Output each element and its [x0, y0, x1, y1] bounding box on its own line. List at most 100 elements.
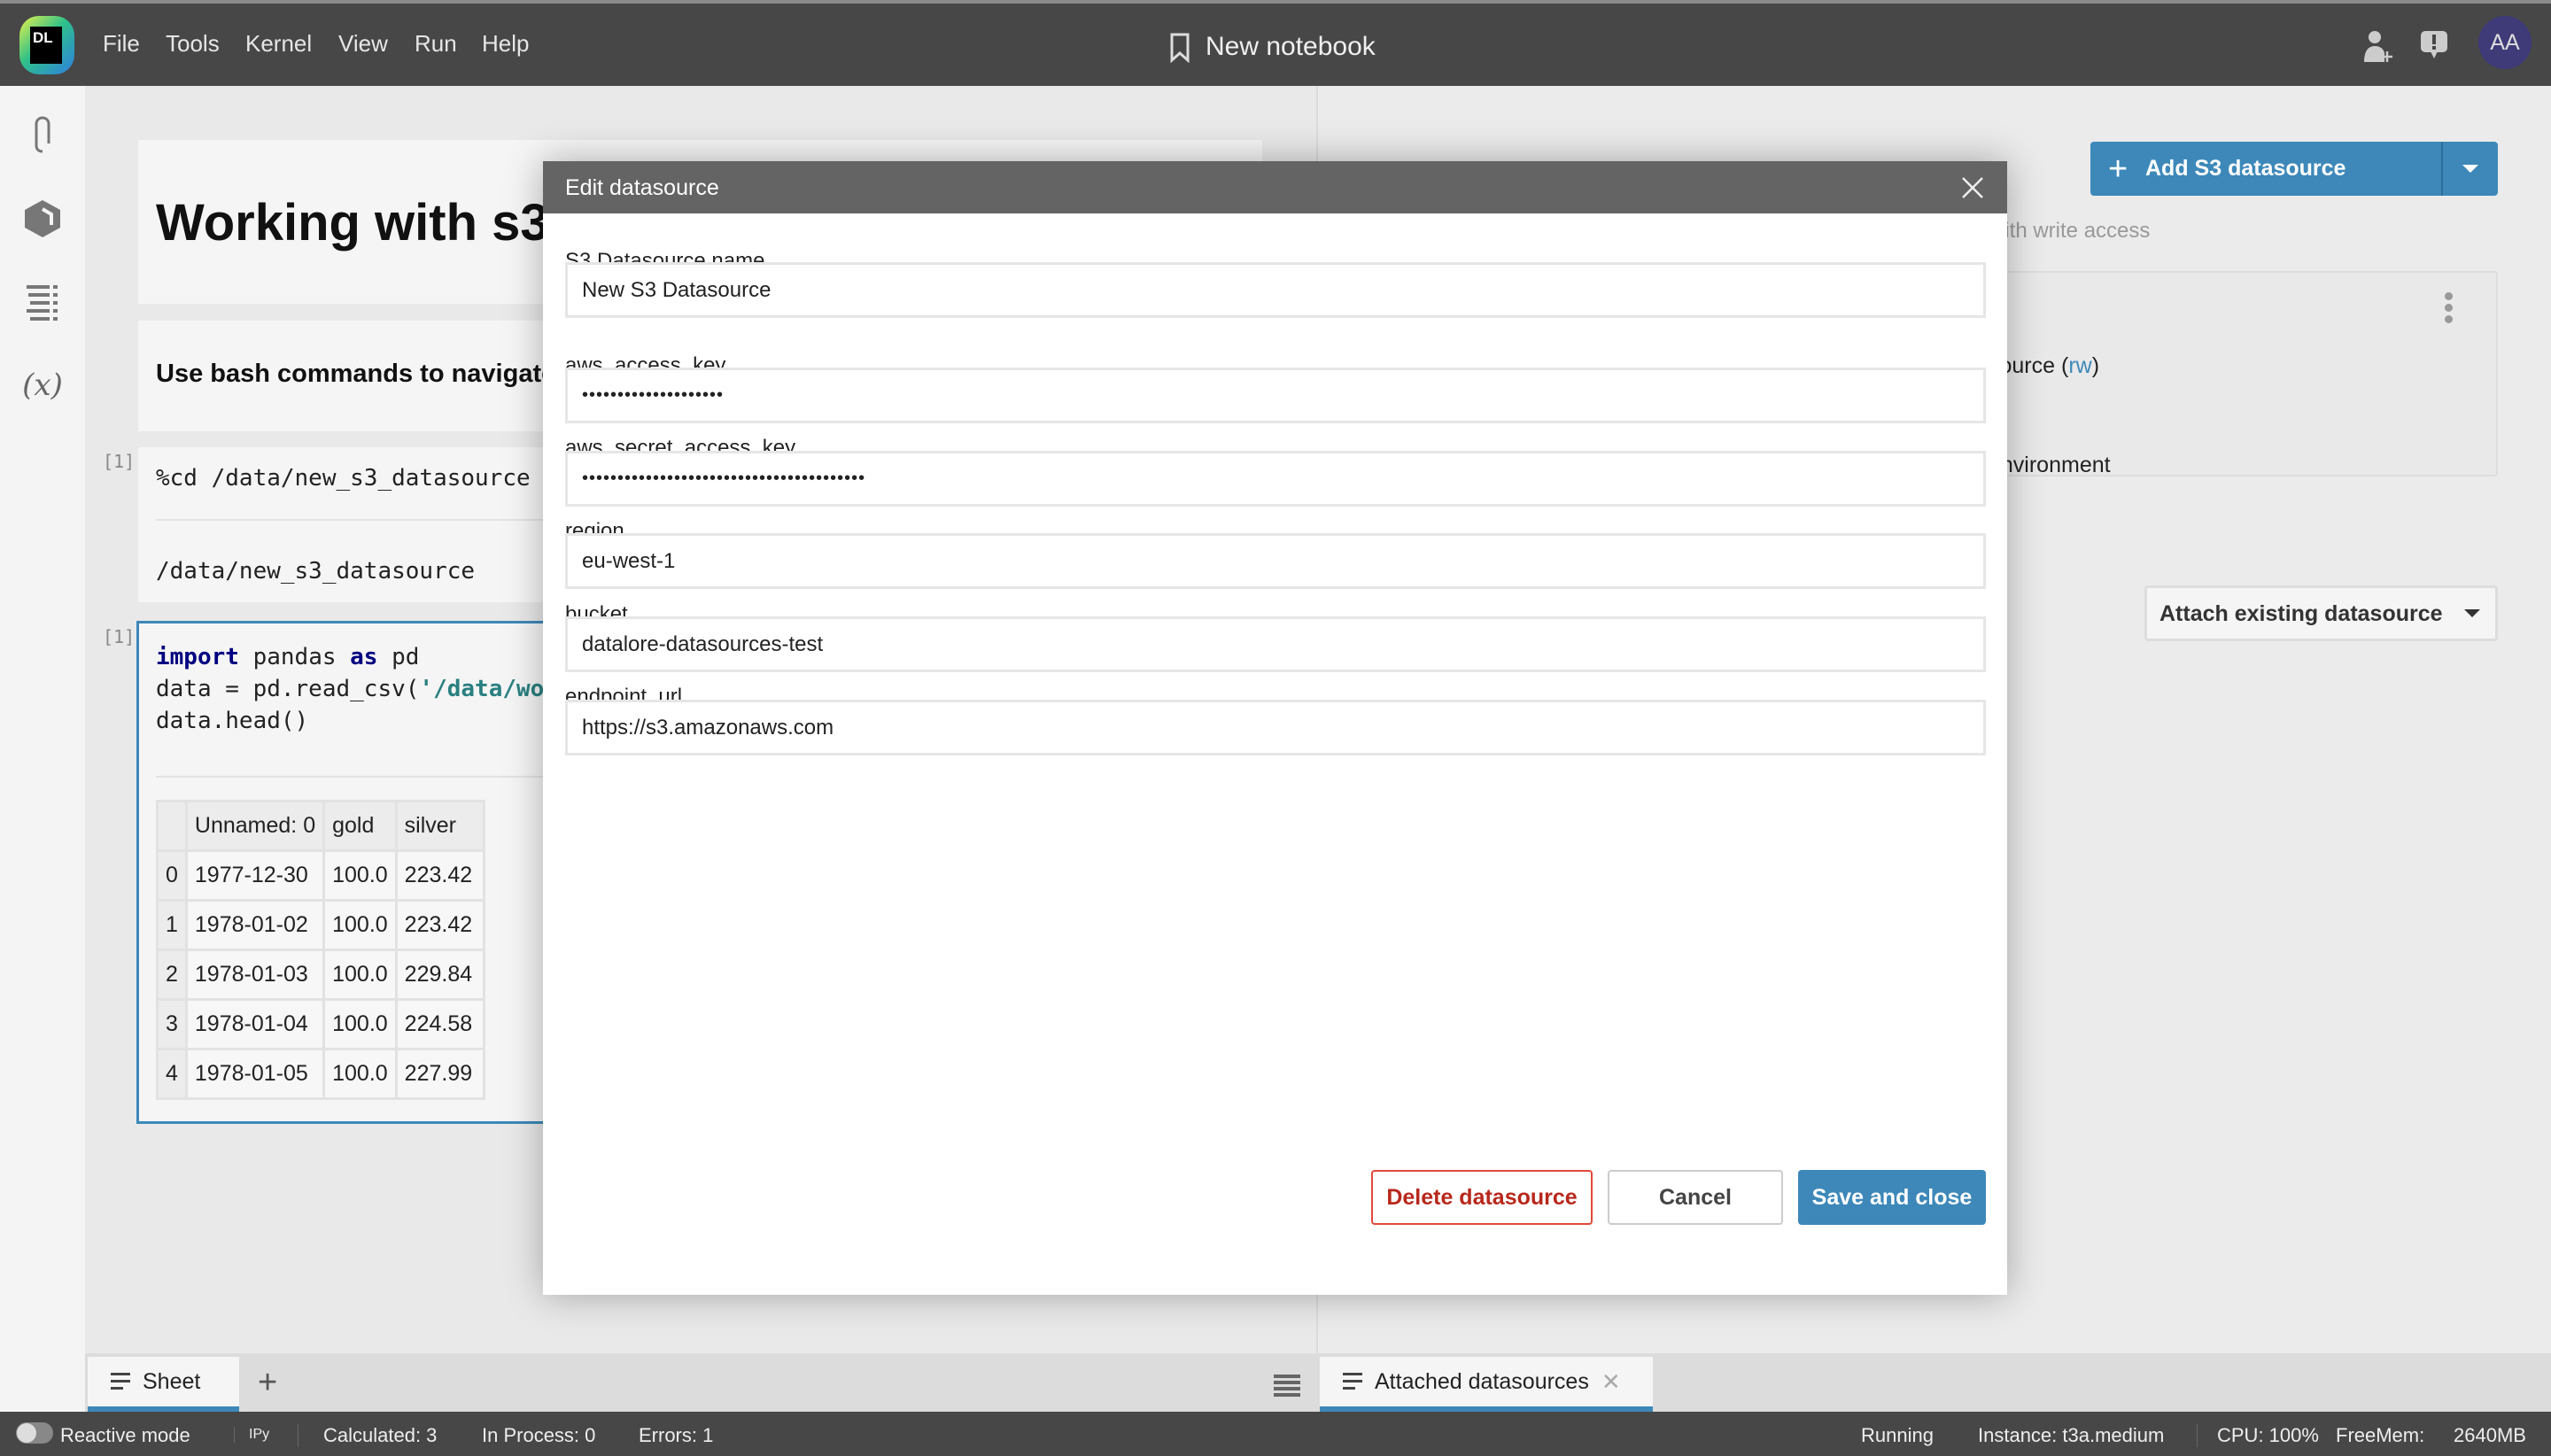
menu-file[interactable]: File: [103, 30, 140, 58]
more-options-icon[interactable]: [2445, 292, 2454, 323]
table-cell: 224.58: [394, 998, 486, 1050]
add-user-icon[interactable]: [2363, 30, 2393, 64]
access-hint: with write access: [1989, 219, 2151, 243]
table-cell: 1978-01-03: [184, 949, 326, 1001]
chevron-down-icon: [2462, 164, 2478, 173]
freemem-label: FreeMem:: [2336, 1424, 2425, 1446]
tab-label: Attached datasources: [1375, 1368, 1589, 1394]
region-input[interactable]: eu-west-1: [565, 533, 1986, 589]
close-tab-icon[interactable]: ✕: [1601, 1368, 1621, 1396]
sheet-icon: [1343, 1373, 1362, 1390]
bottom-tab-bar: Sheet + Attached datasources ✕: [85, 1353, 2551, 1412]
table-cell: 227.99: [394, 1048, 486, 1100]
menu-tools[interactable]: Tools: [166, 30, 220, 58]
kernel-indicator: IPy: [234, 1427, 269, 1443]
table-cell: 100.0: [322, 998, 398, 1050]
attachment-icon[interactable]: [19, 112, 66, 159]
menu-help[interactable]: Help: [482, 30, 529, 58]
table-row: 1 1978-01-02 100.0 223.42: [156, 899, 486, 951]
table-cell: 100.0: [322, 949, 398, 1001]
column-header: gold: [322, 800, 398, 852]
column-header: Unnamed: 0: [184, 800, 326, 852]
attach-label: Attach existing datasource: [2159, 601, 2443, 626]
logo-text: DL: [30, 27, 62, 64]
cell-prompt: [1]: [103, 626, 136, 647]
table-cell: 100.0: [322, 1048, 398, 1100]
table-cell: 100.0: [322, 849, 398, 902]
endpoint-url-input[interactable]: https://s3.amazonaws.com: [565, 700, 1986, 755]
delete-datasource-button[interactable]: Delete datasource: [1371, 1170, 1593, 1225]
app-header: DL File Tools Kernel View Run Help New n…: [0, 0, 2551, 86]
feedback-icon[interactable]: [2420, 30, 2448, 60]
table-cell: 223.42: [394, 899, 486, 951]
bookmark-icon[interactable]: [1169, 33, 1190, 63]
add-s3-datasource-button[interactable]: + Add S3 datasource: [2090, 142, 2498, 196]
reactive-mode-toggle[interactable]: [16, 1422, 53, 1444]
s3-datasource-name-input[interactable]: New S3 Datasource: [565, 262, 1986, 318]
add-button-label: Add S3 datasource: [2145, 156, 2346, 181]
kernel-status: Running: [1861, 1424, 1934, 1446]
tab-label: Sheet: [143, 1368, 201, 1394]
notebook-title[interactable]: New notebook: [1206, 32, 1376, 62]
tab-attached-datasources[interactable]: Attached datasources ✕: [1320, 1357, 1653, 1412]
attach-existing-datasource-dropdown[interactable]: Attach existing datasource: [2144, 585, 2498, 641]
aws-secret-access-key-input[interactable]: ••••••••••••••••••••••••••••••••••••••••: [565, 451, 1986, 507]
reactive-mode-label: Reactive mode: [60, 1424, 190, 1446]
table-cell: 223.42: [394, 849, 486, 902]
freemem-value: 2640MB: [2454, 1424, 2526, 1446]
list-icon[interactable]: [1274, 1375, 1300, 1398]
notebook-heading: Working with s3: [156, 194, 549, 252]
cpu-usage: CPU: 100%: [2197, 1424, 2319, 1447]
aws-access-key-input[interactable]: ••••••••••••••••••••: [565, 368, 1986, 423]
column-header: [156, 800, 188, 852]
table-cell: 1978-01-05: [184, 1048, 326, 1100]
table-row: 0 1977-12-30 100.0 223.42: [156, 849, 486, 902]
add-sheet-button[interactable]: +: [258, 1364, 277, 1402]
table-cell: 1978-01-04: [184, 998, 326, 1050]
code-block: import pandas as pd data = pd.read_csv('/…: [156, 644, 545, 734]
table-cell: 1: [156, 899, 188, 951]
plus-icon: +: [2108, 151, 2128, 188]
markdown-text: Use bash commands to navigate: [156, 360, 556, 388]
save-and-close-button[interactable]: Save and close: [1798, 1170, 1986, 1225]
variables-icon[interactable]: (x): [19, 362, 66, 408]
cancel-button[interactable]: Cancel: [1608, 1170, 1783, 1225]
add-dropdown-toggle[interactable]: [2441, 142, 2498, 196]
table-row: 3 1978-01-04 100.0 224.58: [156, 998, 486, 1050]
table-cell: 1977-12-30: [184, 849, 326, 902]
datalore-logo[interactable]: DL: [19, 16, 74, 74]
menu-kernel[interactable]: Kernel: [245, 30, 312, 58]
menu-run[interactable]: Run: [415, 30, 457, 58]
package-icon[interactable]: [19, 196, 66, 242]
dialog-title: Edit datasource: [543, 161, 2007, 213]
table-cell: 229.84: [394, 949, 486, 1001]
left-sidebar: (x): [0, 86, 85, 1412]
tab-sheet[interactable]: Sheet: [88, 1357, 239, 1412]
calculated-count: Calculated: 3: [298, 1424, 437, 1447]
cell-prompt: [1]: [103, 451, 136, 472]
dataframe-table: Unnamed: 0 gold silver 0 1977-12-30 100.0 2…: [156, 800, 486, 1100]
errors-count: Errors: 1: [639, 1424, 714, 1446]
code-line: %cd /data/new_s3_datasource: [156, 465, 531, 492]
table-cell: 2: [156, 949, 188, 1001]
column-header: silver: [394, 800, 486, 852]
in-process-count: In Process: 0: [482, 1424, 596, 1446]
table-cell: 100.0: [322, 899, 398, 951]
close-icon[interactable]: [1961, 176, 1984, 199]
bucket-input[interactable]: datalore-datasources-test: [565, 616, 1986, 672]
edit-datasource-dialog: Edit datasource S3 Datasource name New S3…: [543, 161, 2007, 1295]
sheet-icon: [111, 1373, 130, 1390]
table-cell: 0: [156, 849, 188, 902]
chevron-down-icon: [2464, 609, 2480, 617]
table-cell: 3: [156, 998, 188, 1050]
status-bar: Reactive mode IPy Calculated: 3 In Proce…: [0, 1412, 2551, 1456]
table-row: 2 1978-01-03 100.0 229.84: [156, 949, 486, 1001]
table-row: 4 1978-01-05 100.0 227.99: [156, 1048, 486, 1100]
cell-output: /data/new_s3_datasource: [156, 558, 476, 585]
avatar[interactable]: AA: [2478, 16, 2532, 69]
table-cell: 4: [156, 1048, 188, 1100]
instance-type[interactable]: Instance: t3a.medium: [1978, 1424, 2164, 1447]
table-cell: 1978-01-02: [184, 899, 326, 951]
outline-icon[interactable]: [19, 279, 66, 325]
menu-view[interactable]: View: [338, 30, 388, 58]
